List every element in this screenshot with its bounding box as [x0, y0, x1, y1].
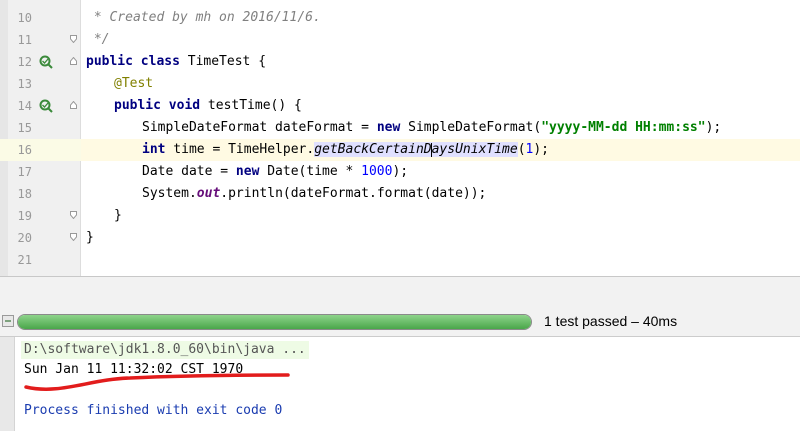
keyword: int: [142, 142, 166, 157]
code-text: Date date = new Date(time * 1000);: [142, 161, 408, 183]
method-name-part: getBackCertainD: [314, 142, 432, 157]
code-text: @Test: [114, 73, 153, 95]
code-line-16[interactable]: 16 int time = TimeHelper.getBackCertainD…: [0, 139, 800, 161]
line-number: 20: [17, 231, 32, 245]
fold-end-icon[interactable]: [70, 233, 77, 241]
code-text: SimpleDateFormat dateFormat = new Simple…: [142, 117, 721, 139]
code-text: }: [114, 205, 122, 227]
code-line-15[interactable]: 15 SimpleDateFormat dateFormat = new Sim…: [0, 117, 800, 139]
line-number: 16: [17, 143, 32, 157]
code-line-17[interactable]: 17 Date date = new Date(time * 1000);: [0, 161, 800, 183]
string-literal: "yyyy-MM-dd HH:mm:ss": [541, 120, 706, 135]
code-text: }: [86, 227, 94, 249]
code-token: (: [517, 142, 526, 157]
test-progress-fill: [18, 315, 531, 329]
line-number: 18: [17, 187, 32, 201]
code-line-12[interactable]: 12 public class TimeTest {: [0, 51, 800, 73]
code-line-10[interactable]: 10 * Created by mh on 2016/11/6.: [0, 7, 800, 29]
comment-text: */: [86, 32, 110, 47]
keyword: new: [376, 120, 401, 135]
line-number: 13: [17, 77, 32, 91]
console-exit-line: Process finished with exit code 0: [24, 403, 283, 418]
method-name-part: aysUnixTime: [431, 142, 518, 157]
fold-end-icon[interactable]: [70, 211, 77, 219]
code-line-19[interactable]: 19 }: [0, 205, 800, 227]
code-line-14[interactable]: 14 public void testTime() {: [0, 95, 800, 117]
code-text: int time = TimeHelper.getBackCertainDays…: [142, 139, 549, 161]
keyword: public void: [114, 98, 201, 113]
code-token: TimeTest {: [179, 54, 267, 69]
code-line-18[interactable]: 18 System.out.println(dateFormat.format(…: [0, 183, 800, 205]
code-token: System.: [142, 186, 197, 201]
panel-divider[interactable]: [0, 276, 800, 310]
code-text: public class TimeTest {: [86, 51, 266, 73]
code-token: .println(dateFormat.format(date));: [220, 186, 487, 201]
code-line-13[interactable]: 13 @Test: [0, 73, 800, 95]
annotation: @Test: [114, 76, 154, 91]
code-line-20[interactable]: 20 }: [0, 227, 800, 249]
line-number: 17: [17, 165, 32, 179]
code-token: SimpleDateFormat dateFormat =: [142, 120, 377, 135]
fold-start-icon[interactable]: [70, 57, 77, 65]
code-editor[interactable]: 10 * Created by mh on 2016/11/6. 11 */ 1…: [0, 0, 800, 276]
code-token: );: [705, 120, 722, 135]
code-text: * Created by mh on 2016/11/6.: [86, 7, 321, 29]
line-number: 12: [17, 55, 32, 69]
test-status-icon[interactable]: [2, 315, 14, 327]
line-number: 21: [17, 253, 32, 267]
run-test-icon[interactable]: [39, 55, 53, 69]
code-token: Date(time *: [259, 164, 362, 179]
test-progress-bar: [17, 314, 532, 330]
line-number: 11: [17, 33, 32, 47]
line-number: 19: [17, 209, 32, 223]
method-call[interactable]: getBackCertainDaysUnixTime: [314, 142, 518, 157]
fold-end-icon[interactable]: [70, 35, 77, 43]
comment-text: * Created by mh on 2016/11/6.: [86, 10, 321, 25]
code-line-11[interactable]: 11 */: [0, 29, 800, 51]
line-number: 10: [17, 11, 32, 25]
test-status-text: 1 test passed – 40ms: [544, 313, 678, 329]
fold-start-icon[interactable]: [70, 101, 77, 109]
code-token: );: [392, 164, 409, 179]
keyword: new: [235, 164, 260, 179]
code-token: SimpleDateFormat(: [400, 120, 542, 135]
test-runner-bar: 1 test passed – 40ms: [0, 308, 800, 337]
line-number: 15: [17, 121, 32, 135]
run-console[interactable]: D:\software\jdk1.8.0_60\bin\java ... Sun…: [0, 337, 800, 431]
code-text: System.out.println(dateFormat.format(dat…: [142, 183, 486, 205]
code-text: public void testTime() {: [114, 95, 302, 117]
console-output-line: Sun Jan 11 11:32:02 CST 1970: [24, 362, 244, 377]
line-number: 14: [17, 99, 32, 113]
code-text: */: [86, 29, 110, 51]
code-token: }: [114, 208, 122, 223]
code-token: testTime() {: [200, 98, 302, 113]
run-test-icon[interactable]: [39, 99, 53, 113]
code-token: Date date =: [142, 164, 236, 179]
code-line-21[interactable]: 21: [0, 249, 800, 271]
code-token: time = TimeHelper.: [165, 142, 315, 157]
code-token: );: [533, 142, 550, 157]
keyword: public class: [86, 54, 180, 69]
static-field: out: [196, 186, 221, 201]
console-command-line[interactable]: D:\software\jdk1.8.0_60\bin\java ...: [21, 341, 309, 359]
code-token: }: [86, 230, 94, 245]
number-literal: 1000: [361, 164, 393, 179]
console-gutter: [0, 337, 15, 431]
